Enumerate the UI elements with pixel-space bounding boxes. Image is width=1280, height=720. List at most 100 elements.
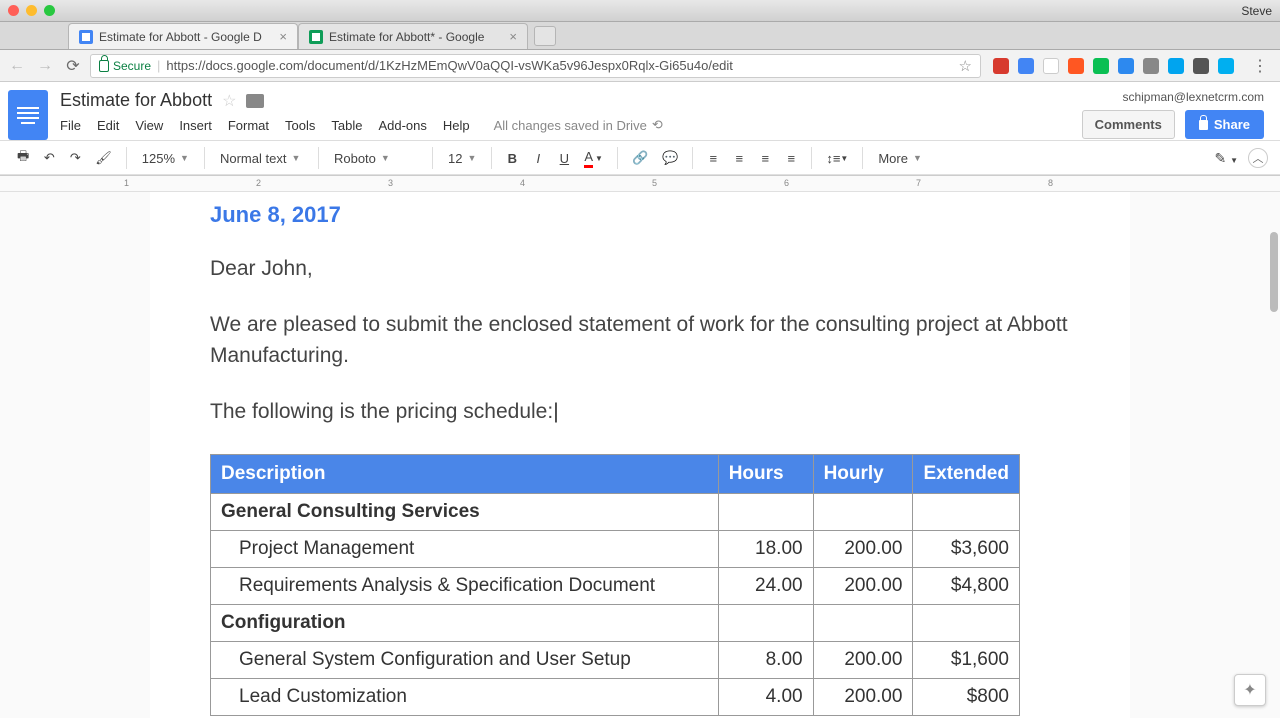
insert-link-icon[interactable]: 🔗 <box>627 145 653 171</box>
url-input[interactable]: Secure | https://docs.google.com/documen… <box>90 54 981 78</box>
table-cell[interactable]: General Consulting Services <box>211 493 719 530</box>
reload-button[interactable]: ⟳ <box>62 55 84 77</box>
redo-icon[interactable]: ↷ <box>64 145 86 171</box>
maximize-window-icon[interactable] <box>44 5 55 16</box>
menu-addons[interactable]: Add-ons <box>378 118 426 133</box>
document-page[interactable]: June 8, 2017 Dear John, We are pleased t… <box>150 192 1130 718</box>
hide-menus-icon[interactable]: ︿ <box>1248 148 1268 168</box>
menu-file[interactable]: File <box>60 118 81 133</box>
more-toolbar-dropdown[interactable]: More▼ <box>872 151 928 166</box>
align-left-icon[interactable]: ≡ <box>702 145 724 171</box>
comments-button[interactable]: Comments <box>1082 110 1175 139</box>
table-row[interactable]: General System Configuration and User Se… <box>211 641 1020 678</box>
document-title[interactable]: Estimate for Abbott <box>60 90 212 111</box>
document-scroll-area[interactable]: June 8, 2017 Dear John, We are pleased t… <box>0 192 1280 718</box>
share-button[interactable]: Share <box>1185 110 1264 139</box>
forward-button[interactable]: → <box>34 55 56 77</box>
ext-icon[interactable] <box>993 58 1009 74</box>
table-cell[interactable]: 200.00 <box>813 641 913 678</box>
back-button[interactable]: ← <box>6 55 28 77</box>
schedule-intro-text[interactable]: The following is the pricing schedule: <box>210 397 1070 427</box>
underline-button[interactable]: U <box>553 145 575 171</box>
table-cell[interactable] <box>813 604 913 641</box>
align-justify-icon[interactable]: ≡ <box>780 145 802 171</box>
browser-menu-icon[interactable]: ⋮ <box>1246 56 1274 76</box>
menu-table[interactable]: Table <box>331 118 362 133</box>
undo-icon[interactable]: ↶ <box>38 145 60 171</box>
new-tab-button[interactable] <box>534 26 556 46</box>
ext-icon[interactable] <box>1168 58 1184 74</box>
font-dropdown[interactable]: Roboto▼ <box>328 151 423 166</box>
ext-icon[interactable] <box>1118 58 1134 74</box>
italic-button[interactable]: I <box>527 145 549 171</box>
table-cell[interactable] <box>718 493 813 530</box>
intro-paragraph[interactable]: We are pleased to submit the enclosed st… <box>210 310 1070 371</box>
ext-icon[interactable] <box>1093 58 1109 74</box>
star-document-icon[interactable]: ☆ <box>222 91 236 111</box>
table-cell[interactable]: General System Configuration and User Se… <box>211 641 719 678</box>
align-right-icon[interactable]: ≡ <box>754 145 776 171</box>
table-cell[interactable]: Requirements Analysis & Specification Do… <box>211 567 719 604</box>
table-row[interactable]: Lead Customization4.00200.00$800 <box>211 678 1020 715</box>
table-row[interactable]: General Consulting Services <box>211 493 1020 530</box>
table-cell[interactable] <box>913 604 1020 641</box>
line-spacing-icon[interactable]: ↕≡▼ <box>821 145 853 171</box>
table-cell[interactable]: 18.00 <box>718 530 813 567</box>
table-cell[interactable]: $800 <box>913 678 1020 715</box>
table-cell[interactable]: $3,600 <box>913 530 1020 567</box>
table-cell[interactable]: 200.00 <box>813 678 913 715</box>
table-cell[interactable] <box>718 604 813 641</box>
salutation-text[interactable]: Dear John, <box>210 254 1070 284</box>
menu-format[interactable]: Format <box>228 118 269 133</box>
ext-icon[interactable] <box>1068 58 1084 74</box>
user-email[interactable]: schipman@lexnetcrm.com <box>1082 90 1264 104</box>
minimize-window-icon[interactable] <box>26 5 37 16</box>
ext-icon[interactable] <box>1043 58 1059 74</box>
table-cell[interactable]: Project Management <box>211 530 719 567</box>
font-size-dropdown[interactable]: 12▼ <box>442 151 482 166</box>
paragraph-style-dropdown[interactable]: Normal text▼ <box>214 151 309 166</box>
table-cell[interactable]: $4,800 <box>913 567 1020 604</box>
browser-tab-docs[interactable]: Estimate for Abbott - Google D × <box>68 23 298 49</box>
ext-icon[interactable] <box>1218 58 1234 74</box>
ext-icon[interactable] <box>1018 58 1034 74</box>
table-row[interactable]: Project Management18.00200.00$3,600 <box>211 530 1020 567</box>
bookmark-star-icon[interactable] <box>959 57 972 75</box>
horizontal-ruler[interactable]: 1 2 3 4 5 6 7 8 <box>0 176 1280 192</box>
browser-tab-sheets[interactable]: Estimate for Abbott* - Google × <box>298 23 528 49</box>
table-cell[interactable]: 24.00 <box>718 567 813 604</box>
move-to-folder-icon[interactable] <box>246 94 264 108</box>
table-cell[interactable]: 8.00 <box>718 641 813 678</box>
table-row[interactable]: Requirements Analysis & Specification Do… <box>211 567 1020 604</box>
print-icon[interactable]: 🖶 <box>12 145 34 171</box>
explore-button[interactable]: ✦ <box>1234 674 1266 706</box>
ext-icon[interactable] <box>1143 58 1159 74</box>
ext-icon[interactable] <box>1193 58 1209 74</box>
table-cell[interactable] <box>813 493 913 530</box>
table-cell[interactable] <box>913 493 1020 530</box>
menu-help[interactable]: Help <box>443 118 470 133</box>
close-window-icon[interactable] <box>8 5 19 16</box>
table-cell[interactable]: 200.00 <box>813 567 913 604</box>
table-cell[interactable]: $1,600 <box>913 641 1020 678</box>
scrollbar-thumb[interactable] <box>1270 232 1278 312</box>
menu-view[interactable]: View <box>135 118 163 133</box>
close-tab-icon[interactable]: × <box>279 29 287 44</box>
document-date[interactable]: June 8, 2017 <box>210 202 1070 228</box>
menu-insert[interactable]: Insert <box>179 118 212 133</box>
close-tab-icon[interactable]: × <box>509 29 517 44</box>
menu-edit[interactable]: Edit <box>97 118 119 133</box>
paint-format-icon[interactable]: 🖌 <box>90 145 117 171</box>
table-cell[interactable]: 200.00 <box>813 530 913 567</box>
text-color-button[interactable]: A▼ <box>579 145 608 171</box>
zoom-dropdown[interactable]: 125%▼ <box>136 151 195 166</box>
pricing-table[interactable]: Description Hours Hourly Extended Genera… <box>210 454 1020 716</box>
table-row[interactable]: Configuration <box>211 604 1020 641</box>
align-center-icon[interactable]: ≡ <box>728 145 750 171</box>
menu-tools[interactable]: Tools <box>285 118 315 133</box>
table-cell[interactable]: Configuration <box>211 604 719 641</box>
bold-button[interactable]: B <box>501 145 523 171</box>
google-docs-logo-icon[interactable] <box>8 90 48 140</box>
table-cell[interactable]: 4.00 <box>718 678 813 715</box>
insert-comment-icon[interactable]: 💬 <box>657 145 683 171</box>
